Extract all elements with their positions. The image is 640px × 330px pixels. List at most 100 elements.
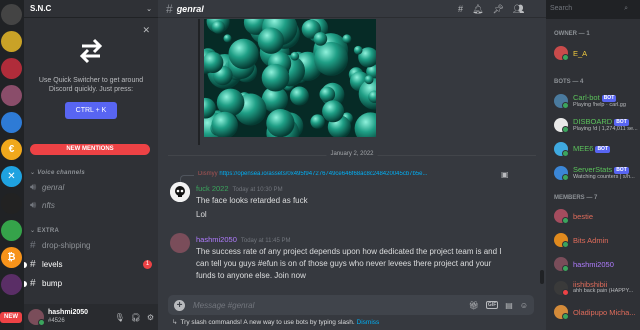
server-icon[interactable] — [1, 220, 22, 241]
member-item[interactable]: E_A — [554, 44, 640, 62]
avatar — [554, 233, 569, 248]
channel-drop-shipping[interactable]: # drop-shipping — [30, 238, 152, 253]
member-name: Bits Admin — [573, 235, 609, 245]
voice-channel-nfts[interactable]: 🔊︎ nfts — [30, 198, 152, 213]
server-icon[interactable] — [1, 31, 22, 52]
channel-bump[interactable]: # bump — [24, 276, 152, 291]
bot-member-item[interactable]: MEE6 BOT — [554, 140, 640, 158]
message-input[interactable]: Message #genral — [193, 301, 469, 310]
owner-header: OWNER — 1 — [554, 31, 590, 37]
bubble — [257, 27, 285, 54]
headphones-icon[interactable]: 🎧︎ — [131, 313, 141, 322]
member-name: E_A — [573, 48, 588, 58]
discord-app: € ✕ ₿ NEW S.N.C ⌄ ✕ Use Quick Switcher to g… — [0, 0, 640, 330]
chevron-down-icon: ⌄ — [146, 5, 152, 13]
members-icon[interactable]: 👥︎ — [513, 4, 524, 15]
reply-preview[interactable]: Dismyy https://opensea.io/assets/0x495f9… — [198, 171, 498, 177]
message-author[interactable]: hashmi2050 — [196, 235, 237, 244]
category-voice[interactable]: ⌄ Voice channels — [30, 169, 85, 176]
bot-tag: BOT — [595, 146, 610, 153]
image-icon: ▣ — [501, 170, 509, 179]
add-attachment-icon[interactable]: + — [174, 299, 185, 311]
gift-icon[interactable]: 🎁︎ — [469, 301, 479, 310]
slash-command-tip: ↳ Try slash commands! A new way to use bo… — [172, 319, 380, 326]
bell-icon[interactable]: 🔔︎ — [472, 4, 483, 15]
avatar — [554, 142, 569, 157]
member-name: ServerStats — [573, 164, 613, 174]
nft-image[interactable] — [204, 19, 376, 137]
member-item[interactable]: iishibshibii ahh back pain (HAPPY... — [554, 279, 640, 297]
skull-icon — [170, 182, 190, 202]
bubble — [289, 86, 309, 106]
emoji-icon[interactable]: ☺ — [520, 301, 528, 310]
server-icon[interactable] — [1, 193, 22, 214]
mute-mic-icon[interactable]: 🎙︎ — [115, 313, 125, 322]
server-icon[interactable] — [1, 4, 22, 25]
speaker-icon: 🔊︎ — [30, 200, 37, 211]
server-icon[interactable]: ✕ — [1, 166, 22, 187]
reply-link[interactable]: https://opensea.io/assets/0x495f94727674… — [219, 171, 427, 177]
bubble — [310, 114, 325, 129]
message-text: The face looks retarded as fuck — [196, 196, 308, 205]
member-item[interactable]: Bits Admin — [554, 231, 640, 249]
search-input[interactable]: Search ⌕ — [546, 3, 632, 15]
quick-switcher-shortcut-button[interactable]: CTRL + K — [65, 102, 117, 119]
member-status: Watching counters | s/h... — [573, 173, 635, 180]
new-badge[interactable]: NEW — [0, 312, 22, 323]
user-tag: #4526 — [48, 318, 65, 324]
gif-button[interactable]: GIF — [485, 301, 499, 309]
category-extra[interactable]: ⌄ EXTRA — [30, 227, 59, 234]
bubble — [313, 32, 328, 46]
member-list: OWNER — 1 BOTS — 4 MEMBERS — 7 E_A Carl-b… — [546, 19, 640, 330]
message-author[interactable]: fuck 2022 — [196, 184, 229, 193]
member-name: Oladipupo Micha... — [573, 307, 636, 317]
member-item[interactable]: bestie — [554, 207, 640, 225]
hash-icon: # — [166, 1, 173, 16]
server-icon[interactable]: € — [1, 139, 22, 160]
server-name: S.N.C — [30, 4, 52, 13]
bot-tag: BOT — [614, 118, 629, 126]
close-icon[interactable]: ✕ — [142, 25, 150, 36]
bubble — [322, 100, 345, 123]
bubble — [290, 51, 300, 61]
quick-switcher-tip: ✕ Use Quick Switcher to get around Disco… — [24, 19, 158, 131]
bot-tag: BOT — [601, 94, 617, 102]
avatar — [554, 257, 569, 272]
bubble — [266, 109, 295, 137]
message-text: funds to anyone else. Join now — [196, 271, 306, 280]
server-icon[interactable]: ₿ — [1, 247, 22, 268]
bubble — [364, 75, 374, 85]
server-icon[interactable] — [1, 58, 22, 79]
avatar[interactable] — [170, 233, 190, 253]
bubble — [319, 86, 336, 103]
avatar[interactable] — [170, 182, 190, 202]
quick-switcher-text: Use Quick Switcher to get around Discord… — [38, 77, 144, 93]
threads-icon[interactable]: # — [458, 4, 463, 14]
server-header[interactable]: S.N.C ⌄ — [24, 0, 158, 18]
header-toolbar: # 🔔︎ 📌︎ 👥︎ — [458, 0, 524, 18]
member-item[interactable]: Oladipupo Micha... — [554, 303, 640, 321]
search-icon: ⌕ — [624, 5, 628, 12]
bot-member-item[interactable]: DISBOARD BOT Playing !d | 1,274,011 se... — [554, 116, 640, 134]
member-item[interactable]: hashmi2050 — [554, 255, 640, 273]
gear-icon[interactable]: ⚙︎ — [147, 313, 154, 322]
member-status: ahh back pain (HAPPY... — [573, 288, 634, 294]
channel-levels[interactable]: # levels 1 — [24, 257, 152, 272]
bot-member-item[interactable]: ServerStats BOT Watching counters | s/h... — [554, 164, 640, 182]
new-mentions-banner[interactable]: NEW MENTIONS — [30, 144, 150, 155]
member-name: bestie — [573, 211, 594, 221]
server-rail: € ✕ ₿ NEW — [0, 0, 24, 330]
channel-sidebar: S.N.C ⌄ ✕ Use Quick Switcher to get arou… — [24, 0, 158, 330]
avatar[interactable] — [28, 309, 45, 326]
sticker-icon[interactable]: ▤ — [505, 301, 513, 310]
pin-icon[interactable]: 📌︎ — [492, 4, 503, 15]
scrollbar[interactable] — [540, 270, 544, 284]
server-icon[interactable] — [1, 112, 22, 133]
server-icon[interactable] — [1, 85, 22, 106]
bot-member-item[interactable]: Carl-bot BOT Playing !help · carl.gg — [554, 92, 640, 110]
mention-badge: 1 — [143, 260, 152, 269]
bubble — [353, 45, 363, 55]
server-icon[interactable] — [1, 274, 22, 295]
voice-channel-genral[interactable]: 🔊︎ genral — [30, 180, 152, 195]
dismiss-link[interactable]: Dismiss — [357, 319, 380, 326]
